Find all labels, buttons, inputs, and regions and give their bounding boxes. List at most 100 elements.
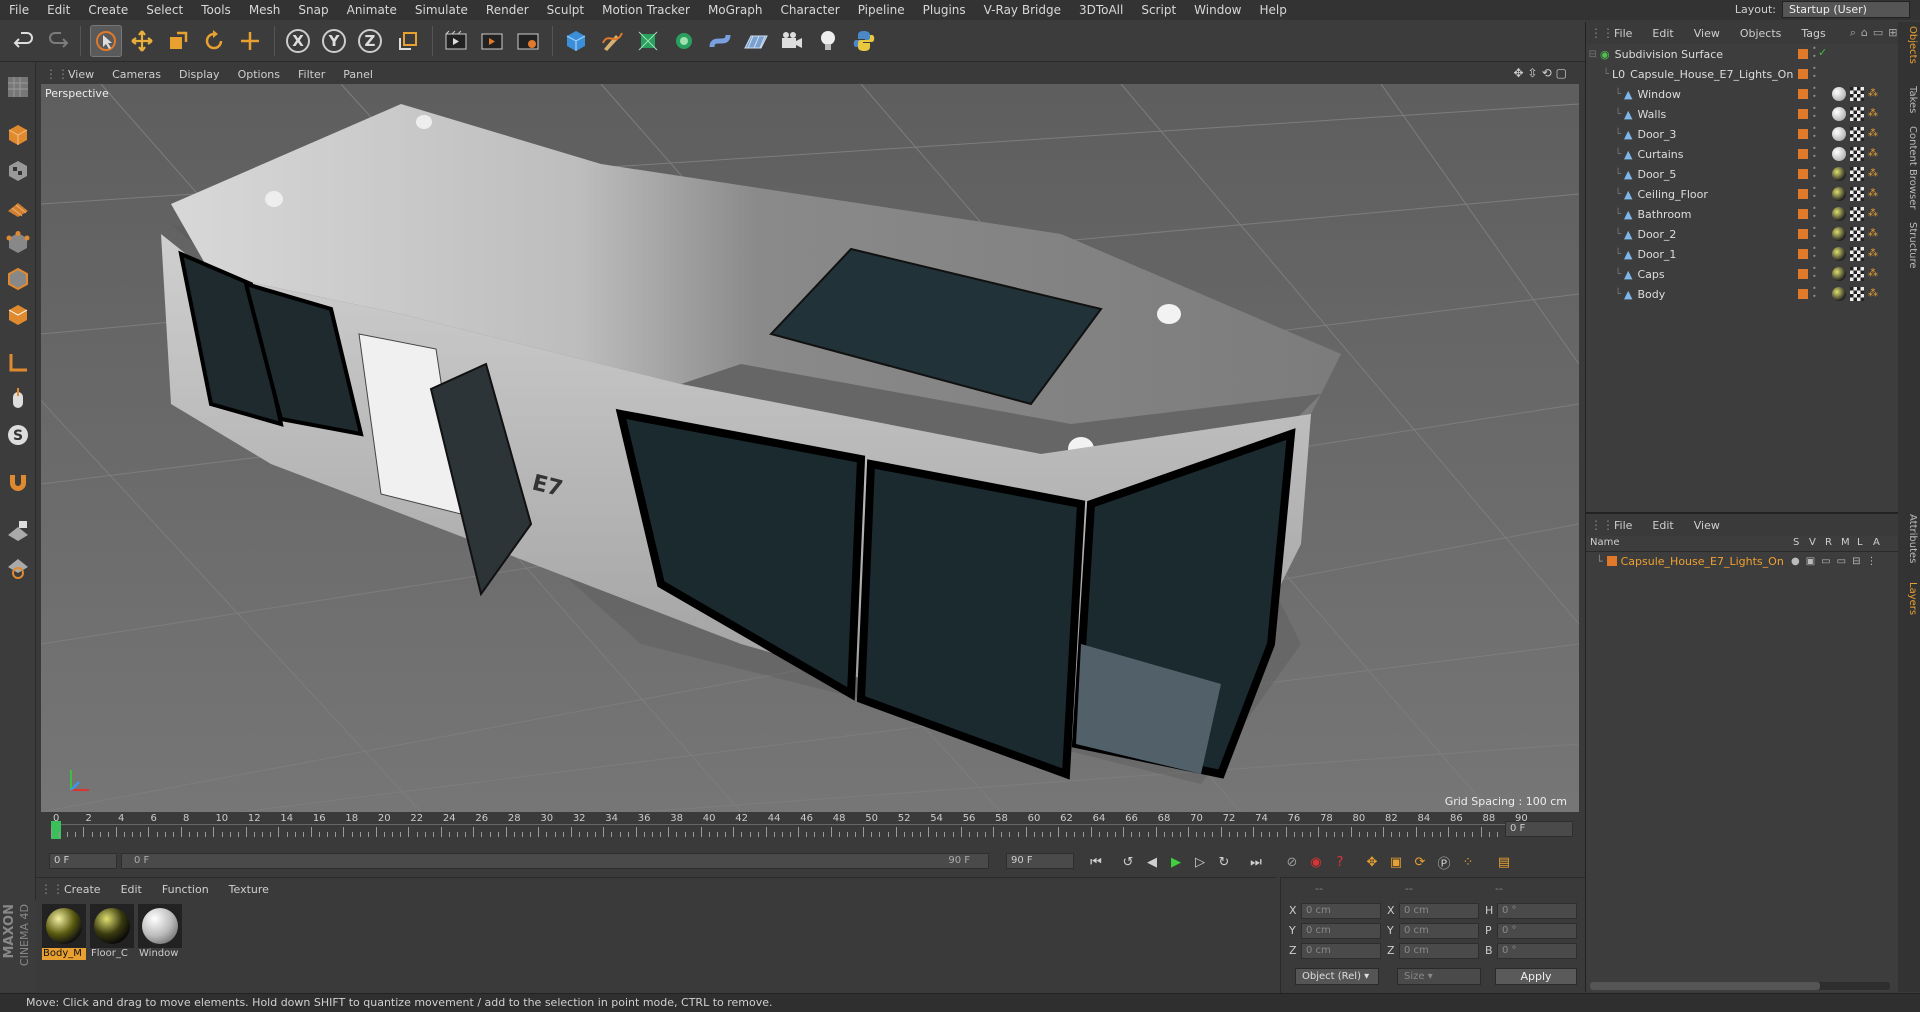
material-tag-icon[interactable] bbox=[1832, 167, 1846, 181]
menu-snap[interactable]: Snap bbox=[289, 0, 337, 20]
texture-tag-icon[interactable] bbox=[1850, 107, 1864, 121]
layer-color-tag[interactable] bbox=[1798, 89, 1808, 99]
axis-mode-icon[interactable] bbox=[3, 348, 33, 378]
menu-3dtoall[interactable]: 3DToAll bbox=[1070, 0, 1132, 20]
points-mode-icon[interactable] bbox=[3, 228, 33, 258]
current-frame-field[interactable]: 0 F bbox=[1505, 821, 1573, 837]
layer-color-tag[interactable] bbox=[1798, 169, 1808, 179]
render-settings-icon[interactable] bbox=[512, 25, 544, 57]
menu-sculpt[interactable]: Sculpt bbox=[538, 0, 593, 20]
key-rotation-icon[interactable]: ⟳ bbox=[1409, 851, 1431, 873]
material-menu-function[interactable]: Function bbox=[152, 883, 219, 896]
layer-menu-edit[interactable]: Edit bbox=[1642, 519, 1683, 532]
viewport-menu-filter[interactable]: Filter bbox=[289, 68, 334, 81]
size-mode-dropdown[interactable]: Size ▾ bbox=[1397, 968, 1481, 985]
layer-color-tag[interactable] bbox=[1798, 209, 1808, 219]
visibility-dots[interactable]: • • bbox=[1812, 45, 1817, 61]
layer-color-tag[interactable] bbox=[1798, 109, 1808, 119]
texture-tag-icon[interactable] bbox=[1850, 227, 1864, 241]
object-menu-edit[interactable]: Edit bbox=[1642, 27, 1683, 40]
object-menu-file[interactable]: File bbox=[1604, 27, 1642, 40]
render-picture-viewer-icon[interactable] bbox=[476, 25, 508, 57]
visibility-dots[interactable]: • • bbox=[1812, 165, 1817, 181]
menu-mograph[interactable]: MoGraph bbox=[699, 0, 772, 20]
frame-range-slider[interactable]: 0 F 90 F bbox=[121, 853, 989, 869]
rotate-icon[interactable] bbox=[198, 25, 230, 57]
material-tag-icon[interactable] bbox=[1832, 287, 1846, 301]
go-to-end-icon[interactable]: ⏭ bbox=[1245, 851, 1267, 873]
layer-row[interactable]: └ Capsule_House_E7_Lights_On ●▣▭▭⊟⋮ bbox=[1586, 552, 1898, 570]
layer-menu-file[interactable]: File bbox=[1604, 519, 1642, 532]
material-tag-icon[interactable] bbox=[1832, 227, 1846, 241]
model-mode-icon[interactable] bbox=[3, 120, 33, 150]
viewport-menu-options[interactable]: Options bbox=[229, 68, 289, 81]
phong-tag-icon[interactable]: ⁂ bbox=[1868, 247, 1882, 261]
coordinate-system-icon[interactable] bbox=[392, 25, 424, 57]
material-tag-icon[interactable] bbox=[1832, 127, 1846, 141]
end-frame-field[interactable]: 90 F bbox=[1006, 853, 1074, 869]
material-tag-icon[interactable] bbox=[1832, 207, 1846, 221]
menu-vray-bridge[interactable]: V-Ray Bridge bbox=[975, 0, 1070, 20]
grid-lock-icon[interactable] bbox=[3, 516, 33, 546]
material-tag-icon[interactable] bbox=[1832, 107, 1846, 121]
viewport-menu-view[interactable]: View bbox=[59, 68, 103, 81]
size-z-field[interactable]: 0 cm bbox=[1399, 943, 1479, 959]
object-row-child[interactable]: └ ▲ Door_2 • • ⁂ bbox=[1586, 224, 1899, 244]
texture-tag-icon[interactable] bbox=[1850, 147, 1864, 161]
material-tags[interactable]: ⁂ bbox=[1832, 167, 1882, 181]
visibility-dots[interactable]: • • bbox=[1812, 185, 1817, 201]
material-tags[interactable]: ⁂ bbox=[1832, 147, 1882, 161]
nurbs-icon[interactable] bbox=[632, 25, 664, 57]
phong-tag-icon[interactable]: ⁂ bbox=[1868, 287, 1882, 301]
viewport-menu-display[interactable]: Display bbox=[170, 68, 229, 81]
material-tags[interactable]: ⁂ bbox=[1832, 287, 1882, 301]
transform-icon[interactable] bbox=[234, 25, 266, 57]
next-key-icon[interactable]: ↻ bbox=[1213, 851, 1235, 873]
viewport-menu-panel[interactable]: Panel bbox=[334, 68, 382, 81]
visibility-dots[interactable]: • • bbox=[1812, 245, 1817, 261]
move-icon[interactable] bbox=[126, 25, 158, 57]
autokey-icon[interactable]: ◉ bbox=[1305, 851, 1327, 873]
viewport-menu-cameras[interactable]: Cameras bbox=[103, 68, 170, 81]
object-row-child[interactable]: └ ▲ Bathroom • • ⁂ bbox=[1586, 204, 1899, 224]
object-row-root[interactable]: ⊟ ◉ Subdivision Surface • • ✓ bbox=[1586, 44, 1899, 64]
material-menu-texture[interactable]: Texture bbox=[219, 883, 279, 896]
material-tags[interactable]: ⁂ bbox=[1832, 207, 1882, 221]
visibility-dots[interactable]: • • bbox=[1812, 205, 1817, 221]
menu-script[interactable]: Script bbox=[1132, 0, 1185, 20]
timeline-ruler[interactable]: 0 2 4 6 8 10 12 14 16 18 20 22 24 26 28 30 32 34 36 38 40 42 4… bbox=[41, 813, 1579, 847]
size-y-field[interactable]: 0 cm bbox=[1399, 923, 1479, 939]
workplane-lock-icon[interactable] bbox=[3, 552, 33, 582]
object-row-group[interactable]: └ L0 Capsule_House_E7_Lights_On • • bbox=[1586, 64, 1899, 84]
visibility-dots[interactable]: • • bbox=[1812, 145, 1817, 161]
phong-tag-icon[interactable]: ⁂ bbox=[1868, 147, 1882, 161]
object-row-child[interactable]: └ ▲ Door_3 • • ⁂ bbox=[1586, 124, 1899, 144]
texture-tag-icon[interactable] bbox=[1850, 267, 1864, 281]
tab-takes[interactable]: Takes bbox=[1900, 86, 1918, 113]
key-position-icon[interactable]: ✥ bbox=[1361, 851, 1383, 873]
material-tags[interactable]: ⁂ bbox=[1832, 187, 1882, 201]
rotation-h-field[interactable]: 0 ° bbox=[1497, 903, 1577, 919]
position-y-field[interactable]: 0 cm bbox=[1301, 923, 1381, 939]
material-tags[interactable]: ⁂ bbox=[1832, 267, 1882, 281]
rotation-p-field[interactable]: 0 ° bbox=[1497, 923, 1577, 939]
material-tags[interactable]: ⁂ bbox=[1832, 127, 1882, 141]
z-axis-icon[interactable]: Z bbox=[354, 25, 386, 57]
material-swatch-floor[interactable]: Floor_C bbox=[90, 904, 134, 960]
layer-color-tag[interactable] bbox=[1798, 49, 1808, 59]
material-tags[interactable]: ⁂ bbox=[1832, 107, 1882, 121]
pen-spline-icon[interactable] bbox=[596, 25, 628, 57]
material-tags[interactable]: ⁂ bbox=[1832, 247, 1882, 261]
phong-tag-icon[interactable]: ⁂ bbox=[1868, 187, 1882, 201]
visibility-dots[interactable]: • • bbox=[1812, 105, 1817, 121]
texture-tag-icon[interactable] bbox=[1850, 287, 1864, 301]
object-row-child[interactable]: └ ▲ Body • • ⁂ bbox=[1586, 284, 1899, 304]
visibility-dots[interactable]: • • bbox=[1812, 85, 1817, 101]
undo-icon[interactable] bbox=[8, 25, 40, 57]
tweak-mode-icon[interactable] bbox=[3, 384, 33, 414]
material-tag-icon[interactable] bbox=[1832, 87, 1846, 101]
menu-select[interactable]: Select bbox=[137, 0, 192, 20]
phong-tag-icon[interactable]: ⁂ bbox=[1868, 227, 1882, 241]
object-row-child[interactable]: └ ▲ Caps • • ⁂ bbox=[1586, 264, 1899, 284]
edges-mode-icon[interactable] bbox=[3, 264, 33, 294]
